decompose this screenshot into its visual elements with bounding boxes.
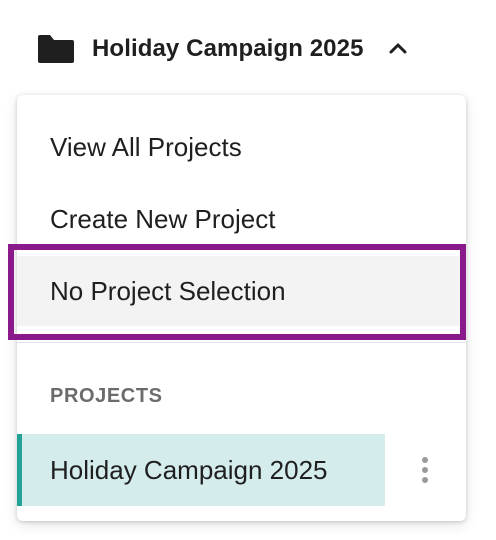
create-new-project-item[interactable]: Create New Project: [17, 184, 466, 254]
chevron-up-icon[interactable]: [386, 37, 410, 61]
project-item-holiday-campaign[interactable]: Holiday Campaign 2025: [17, 434, 385, 506]
menu-divider: [17, 342, 466, 343]
project-row: Holiday Campaign 2025: [17, 434, 466, 506]
projects-section-header: PROJECTS: [50, 385, 163, 407]
project-dropdown-menu: View All Projects Create New Project No …: [17, 95, 466, 521]
folder-icon: [36, 33, 76, 65]
more-vertical-icon[interactable]: [413, 454, 437, 486]
view-all-projects-item[interactable]: View All Projects: [17, 112, 466, 182]
project-selector[interactable]: Holiday Campaign 2025: [30, 20, 470, 78]
selected-project-title: Holiday Campaign 2025: [92, 35, 364, 62]
no-project-selection-item[interactable]: No Project Selection: [17, 256, 466, 326]
page: Holiday Campaign 2025 View All Projects …: [0, 0, 496, 540]
